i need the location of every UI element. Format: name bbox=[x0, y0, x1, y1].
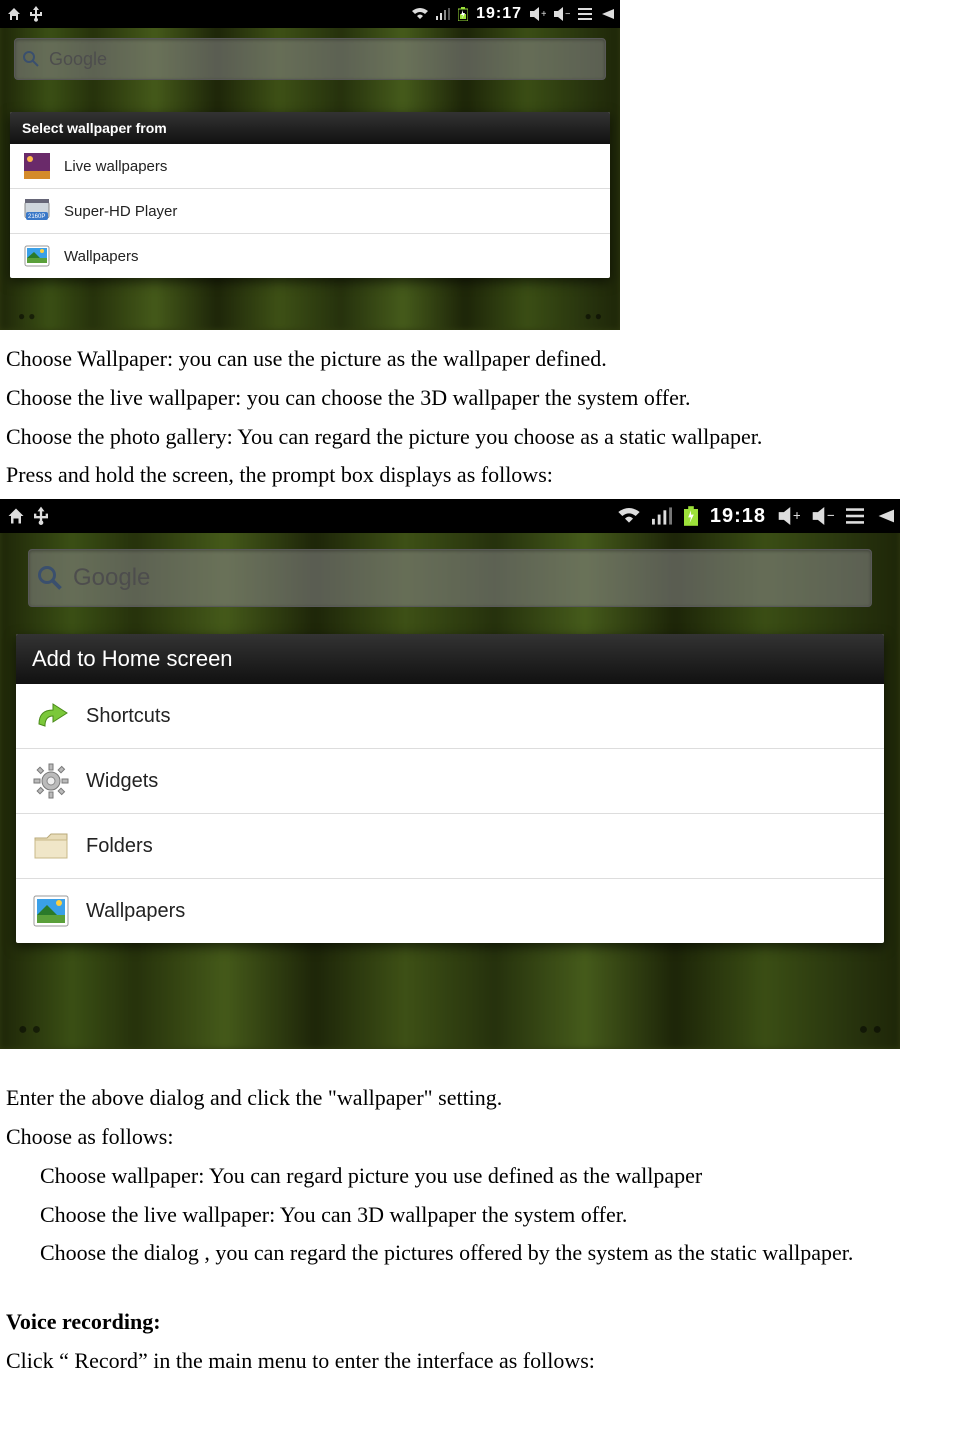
doc-paragraph: Choose Wallpaper: you can use the pictur… bbox=[0, 340, 960, 379]
page-indicator-right[interactable]: ● ● bbox=[859, 1021, 882, 1039]
list-item-label: Folders bbox=[86, 835, 153, 858]
list-item-folders[interactable]: Folders bbox=[16, 814, 884, 879]
list-item-label: Live wallpapers bbox=[64, 158, 167, 175]
status-time: 19:17 bbox=[476, 5, 522, 23]
home-icon[interactable] bbox=[6, 6, 22, 22]
list-item-wallpapers[interactable]: Wallpapers bbox=[16, 879, 884, 943]
usb-icon bbox=[30, 6, 42, 22]
svg-text:+: + bbox=[793, 507, 800, 523]
back-icon[interactable] bbox=[600, 7, 614, 21]
dialog-title: Select wallpaper from bbox=[10, 112, 610, 144]
list-item-label: Shortcuts bbox=[86, 705, 170, 728]
live-wallpapers-icon bbox=[22, 151, 52, 181]
status-bar: 19:18 + − bbox=[0, 499, 900, 533]
doc-paragraph: Choose the live wallpaper: You can 3D wa… bbox=[0, 1196, 960, 1235]
list-item-label: Super-HD Player bbox=[64, 203, 177, 220]
wifi-icon bbox=[618, 508, 640, 524]
page-indicator-left[interactable]: ● ● bbox=[18, 309, 36, 324]
list-item-label: Widgets bbox=[86, 770, 158, 793]
volume-down-icon[interactable]: − bbox=[812, 507, 834, 525]
volume-up-icon[interactable]: + bbox=[530, 7, 546, 21]
home-icon[interactable] bbox=[6, 506, 26, 526]
menu-icon[interactable] bbox=[578, 8, 592, 20]
list-item-widgets[interactable]: Widgets bbox=[16, 749, 884, 814]
wifi-icon bbox=[412, 8, 428, 20]
doc-paragraph: Choose the dialog , you can regard the p… bbox=[0, 1234, 960, 1273]
section-heading: Voice recording: bbox=[0, 1303, 960, 1342]
volume-up-icon[interactable]: + bbox=[778, 507, 800, 525]
list-item-label: Wallpapers bbox=[86, 900, 185, 923]
shortcuts-icon bbox=[28, 693, 74, 739]
doc-paragraph: Choose the live wallpaper: you can choos… bbox=[0, 379, 960, 418]
doc-paragraph: Choose the photo gallery: You can regard… bbox=[0, 418, 960, 457]
menu-icon[interactable] bbox=[846, 508, 864, 524]
doc-paragraph: Press and hold the screen, the prompt bo… bbox=[0, 456, 960, 495]
add-to-home-dialog: Add to Home screen Shortcuts bbox=[16, 634, 884, 943]
doc-paragraph: Choose wallpaper: You can regard picture… bbox=[0, 1157, 960, 1196]
select-wallpaper-dialog: Select wallpaper from Live wallpapers 21… bbox=[10, 112, 610, 278]
screenshot-add-to-home: 19:18 + − Google Add to Home screen bbox=[0, 499, 900, 1049]
signal-icon bbox=[436, 8, 450, 20]
usb-icon bbox=[34, 506, 48, 526]
list-item-label: Wallpapers bbox=[64, 248, 138, 265]
status-bar: 19:17 + − bbox=[0, 0, 620, 28]
doc-paragraph: Enter the above dialog and click the "wa… bbox=[0, 1079, 960, 1118]
doc-paragraph: Click “ Record” in the main menu to ente… bbox=[0, 1342, 960, 1381]
dialog-title: Add to Home screen bbox=[16, 634, 884, 684]
battery-icon bbox=[458, 7, 468, 21]
doc-paragraph: Choose as follows: bbox=[0, 1118, 960, 1157]
svg-text:−: − bbox=[565, 9, 570, 20]
page-indicator-right[interactable]: ● ● bbox=[585, 309, 603, 324]
volume-down-icon[interactable]: − bbox=[554, 7, 570, 21]
signal-icon bbox=[652, 507, 672, 525]
svg-text:2160P: 2160P bbox=[28, 214, 45, 220]
superhd-player-icon: 2160P bbox=[22, 196, 52, 226]
folders-icon bbox=[28, 823, 74, 869]
page-indicator-left[interactable]: ● ● bbox=[18, 1021, 41, 1039]
svg-text:+: + bbox=[541, 9, 546, 20]
list-item-wallpapers[interactable]: Wallpapers bbox=[10, 234, 610, 278]
status-time: 19:18 bbox=[710, 505, 766, 528]
wallpapers-icon bbox=[28, 888, 74, 934]
list-item-shortcuts[interactable]: Shortcuts bbox=[16, 684, 884, 749]
battery-icon bbox=[684, 506, 698, 526]
list-item-live-wallpapers[interactable]: Live wallpapers bbox=[10, 144, 610, 189]
wallpapers-icon bbox=[22, 241, 52, 271]
screenshot-select-wallpaper: 19:17 + − Google Select wallpaper f bbox=[0, 0, 620, 330]
list-item-superhd-player[interactable]: 2160P Super-HD Player bbox=[10, 189, 610, 234]
back-icon[interactable] bbox=[876, 507, 894, 525]
svg-text:−: − bbox=[827, 507, 834, 523]
widgets-icon bbox=[28, 758, 74, 804]
